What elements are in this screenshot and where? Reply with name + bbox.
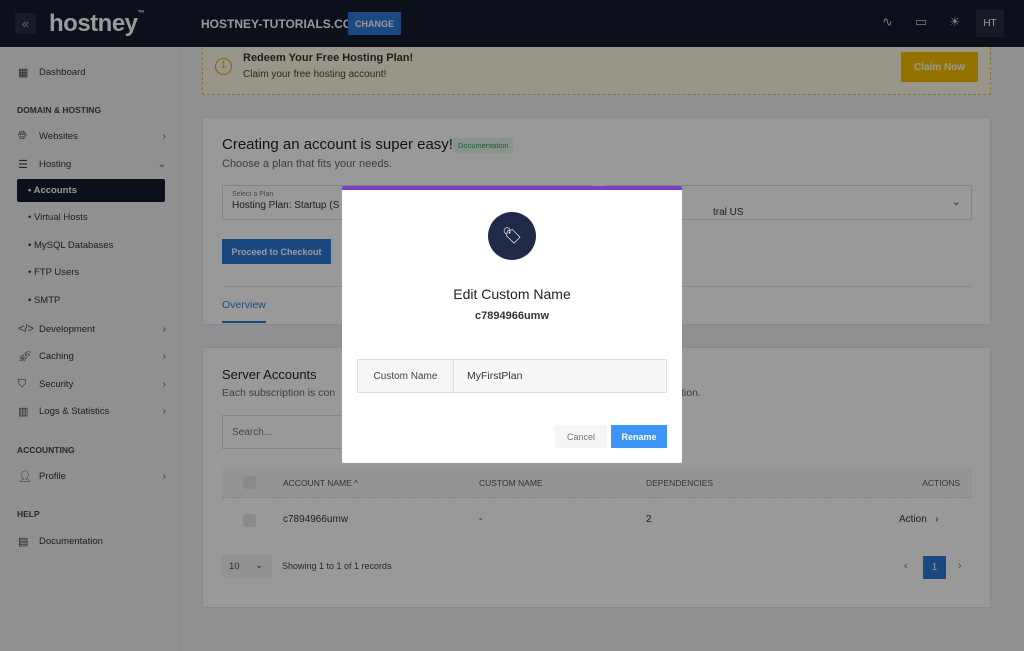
custom-name-label: Custom Name [358, 360, 454, 392]
tag-icon: 🏷︎ [488, 212, 536, 260]
custom-name-field: Custom Name [357, 359, 667, 393]
modal-title: Edit Custom Name [453, 286, 571, 302]
rename-button[interactable]: Rename [611, 425, 667, 448]
cancel-button[interactable]: Cancel [555, 425, 607, 448]
modal-account-name: c7894966umw [475, 310, 549, 322]
custom-name-input[interactable] [454, 360, 666, 392]
edit-custom-name-modal: 🏷︎ Edit Custom Name c7894966umw Custom N… [342, 186, 682, 463]
